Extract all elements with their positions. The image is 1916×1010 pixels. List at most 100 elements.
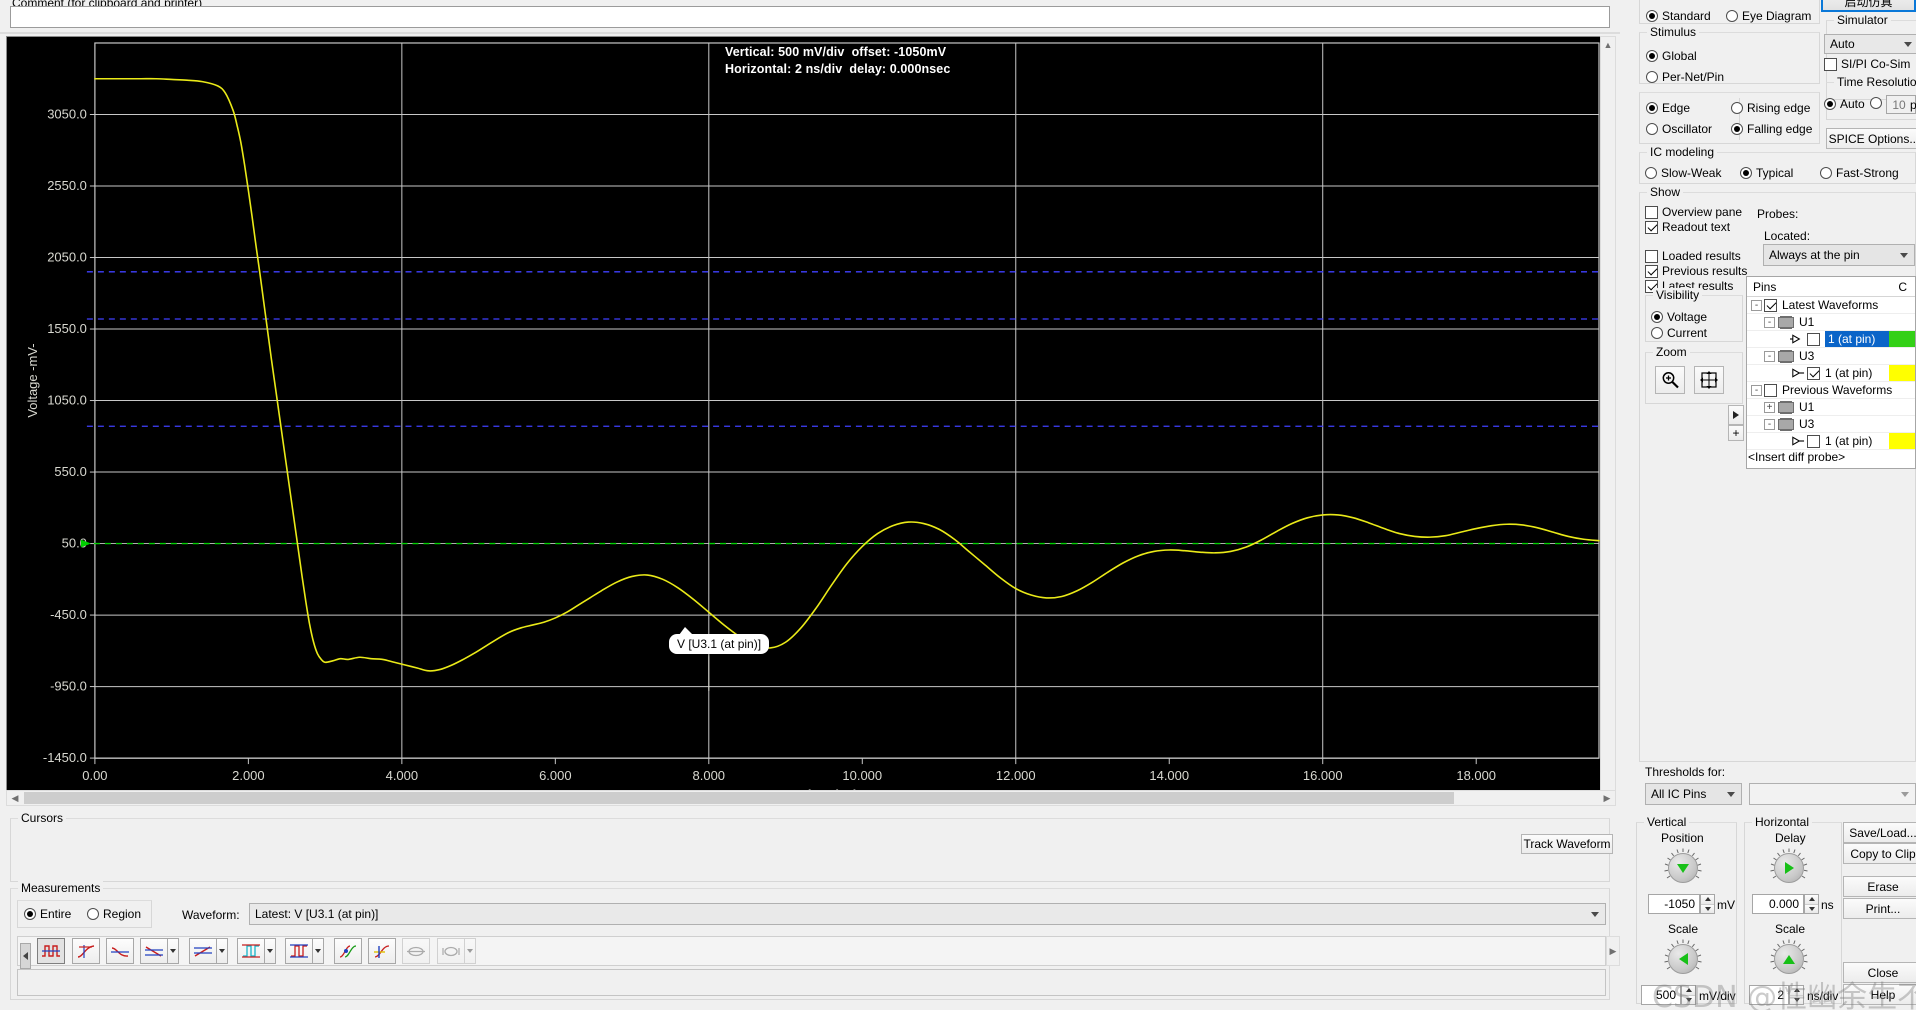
waveform-select[interactable]: Latest: V [U3.1 (at pin)] bbox=[249, 903, 1606, 925]
vertical-scale-knob[interactable] bbox=[1662, 938, 1704, 980]
vertical-position-input[interactable]: -1050 bbox=[1648, 894, 1700, 914]
stimulus-pernet-radio[interactable]: Per-Net/Pin bbox=[1646, 70, 1724, 84]
measure-delay-icon[interactable] bbox=[333, 938, 362, 964]
horizontal-delay-knob[interactable] bbox=[1768, 847, 1810, 889]
pins-tree-row[interactable]: 1 (at pin) bbox=[1747, 365, 1915, 382]
spinner-down[interactable] bbox=[1805, 904, 1818, 913]
time-resolution-manual-radio[interactable] bbox=[1870, 97, 1882, 109]
insert-diff-probe-item[interactable]: <Insert diff probe> bbox=[1748, 450, 1845, 464]
measure-eye-width-icon[interactable] bbox=[436, 938, 465, 964]
tree-expander-icon[interactable]: - bbox=[1764, 316, 1775, 328]
measure-slope-up-group[interactable] bbox=[188, 938, 231, 964]
spinner-down[interactable] bbox=[1701, 904, 1714, 913]
zoom-fit-button[interactable] bbox=[1694, 366, 1724, 394]
spice-options-button[interactable]: SPICE Options... bbox=[1826, 128, 1916, 149]
scroll-left-icon[interactable]: ◀ bbox=[7, 791, 23, 805]
spinner-up[interactable] bbox=[1790, 986, 1803, 996]
spinner-down[interactable] bbox=[1790, 995, 1803, 1004]
tree-checkbox[interactable] bbox=[1807, 366, 1820, 380]
scroll-right-icon[interactable]: ▶ bbox=[1599, 791, 1615, 805]
scope-vscrollbar[interactable]: ▲ ▼ bbox=[1600, 36, 1616, 806]
measure-overshoot-group[interactable] bbox=[237, 938, 279, 964]
visibility-current-radio[interactable]: Current bbox=[1651, 326, 1707, 340]
measure-overshoot-icon[interactable] bbox=[237, 938, 266, 964]
measure-settle-dropdown[interactable] bbox=[313, 938, 325, 964]
pins-tree-row[interactable]: - U3 bbox=[1747, 348, 1915, 365]
pins-tree[interactable]: Pins C - Latest Waveforms - U1 1 (at pin) - U3… bbox=[1746, 276, 1916, 469]
spinner-down[interactable] bbox=[1682, 995, 1695, 1004]
knob-dial[interactable] bbox=[1668, 944, 1698, 974]
toolbar-scroll-left-icon[interactable] bbox=[20, 942, 31, 969]
horizontal-delay-spinner[interactable] bbox=[1804, 894, 1819, 914]
measure-pulse-icon[interactable] bbox=[37, 938, 66, 964]
tree-checkbox[interactable] bbox=[1807, 332, 1820, 346]
operation-eye-diagram-radio[interactable]: Eye Diagram bbox=[1726, 9, 1811, 23]
knob-dial[interactable] bbox=[1668, 853, 1698, 883]
pins-tree-row[interactable]: 1 (at pin) bbox=[1747, 433, 1915, 450]
measurement-toolbar[interactable] bbox=[17, 936, 1606, 969]
tree-expander-icon[interactable]: - bbox=[1751, 384, 1762, 396]
vertical-scale-spinner[interactable] bbox=[1681, 985, 1696, 1005]
measure-settle-icon[interactable] bbox=[285, 938, 314, 964]
measure-crosshair-icon[interactable] bbox=[368, 938, 397, 964]
show-readout-text-checkbox[interactable]: Readout text bbox=[1645, 220, 1730, 234]
tree-expander-icon[interactable]: - bbox=[1764, 350, 1775, 362]
measure-eye-width-group[interactable] bbox=[436, 938, 479, 964]
probes-located-select[interactable]: Always at the pin bbox=[1763, 244, 1915, 266]
measure-overshoot-dropdown[interactable] bbox=[265, 938, 277, 964]
thresholds-secondary-select[interactable] bbox=[1749, 783, 1916, 805]
measure-settle-group[interactable] bbox=[285, 938, 327, 964]
measure-slope-down-icon[interactable] bbox=[140, 938, 169, 964]
tree-expander-icon[interactable]: + bbox=[1764, 401, 1775, 413]
save-load-button[interactable]: Save/Load... bbox=[1843, 822, 1916, 843]
operation-standard-radio[interactable]: Standard bbox=[1646, 9, 1711, 23]
measure-eye-width-dropdown[interactable] bbox=[464, 938, 476, 964]
tree-checkbox[interactable] bbox=[1764, 298, 1777, 312]
visibility-voltage-radio[interactable]: Voltage bbox=[1651, 310, 1707, 324]
probe-panel-expand-button[interactable] bbox=[1728, 405, 1744, 425]
pins-tree-rows[interactable]: - Latest Waveforms - U1 1 (at pin) - U3 1 (at p… bbox=[1747, 297, 1915, 450]
stimulus-rising-edge-radio[interactable]: Rising edge bbox=[1731, 101, 1810, 115]
spinner-up[interactable] bbox=[1701, 895, 1714, 905]
scope-hscrollbar[interactable]: ◀ ▶ bbox=[6, 790, 1616, 806]
horizontal-scale-input[interactable]: 2 bbox=[1749, 985, 1789, 1005]
measurement-region-radio[interactable]: Region bbox=[87, 907, 141, 921]
measurement-entire-radio[interactable]: Entire bbox=[24, 907, 71, 921]
print-button[interactable]: Print... bbox=[1843, 898, 1916, 919]
measure-eye-height-icon[interactable] bbox=[402, 938, 431, 964]
vertical-scale-input[interactable]: 500 bbox=[1641, 985, 1681, 1005]
pins-tree-row[interactable]: - U1 bbox=[1747, 314, 1915, 331]
horizontal-scale-spinner[interactable] bbox=[1789, 985, 1804, 1005]
time-resolution-auto-radio[interactable]: Auto bbox=[1824, 97, 1865, 111]
erase-button[interactable]: Erase bbox=[1843, 876, 1916, 897]
horizontal-delay-input[interactable]: 0.000 bbox=[1752, 894, 1804, 914]
measure-slope-down-group[interactable] bbox=[140, 938, 182, 964]
measure-slope-up-icon[interactable] bbox=[188, 938, 217, 964]
show-loaded-results-checkbox[interactable]: Loaded results bbox=[1645, 249, 1741, 263]
zoom-in-button[interactable] bbox=[1655, 366, 1685, 394]
pins-tree-row[interactable]: - Previous Waveforms bbox=[1747, 382, 1915, 399]
start-simulation-button[interactable]: 启动仿真 bbox=[1821, 0, 1916, 12]
stimulus-edge-radio[interactable]: Edge bbox=[1646, 101, 1690, 115]
ic-modeling-slow-weak-radio[interactable]: Slow-Weak bbox=[1645, 166, 1721, 180]
stimulus-global-radio[interactable]: Global bbox=[1646, 49, 1697, 63]
show-overview-pane-checkbox[interactable]: Overview pane bbox=[1645, 205, 1742, 219]
pins-tree-row[interactable]: - Latest Waveforms bbox=[1747, 297, 1915, 314]
pins-tree-row[interactable]: - U3 bbox=[1747, 416, 1915, 433]
vertical-position-spinner[interactable] bbox=[1700, 894, 1715, 914]
measure-falltime-icon[interactable] bbox=[106, 938, 135, 964]
pins-tree-row[interactable]: + U1 bbox=[1747, 399, 1915, 416]
knob-dial[interactable] bbox=[1774, 853, 1804, 883]
toolbar-scroll-right-icon[interactable]: ▶ bbox=[1607, 937, 1619, 965]
knob-dial[interactable] bbox=[1774, 944, 1804, 974]
ic-modeling-fast-strong-radio[interactable]: Fast-Strong bbox=[1820, 166, 1899, 180]
show-previous-results-checkbox[interactable]: Previous results bbox=[1645, 264, 1747, 278]
pins-tree-row[interactable]: 1 (at pin) bbox=[1747, 331, 1915, 348]
measure-slope-up-dropdown[interactable] bbox=[216, 938, 228, 964]
copy-to-clip-button[interactable]: Copy to Clip bbox=[1843, 843, 1916, 864]
simulator-select[interactable]: Auto bbox=[1824, 34, 1916, 54]
tree-checkbox[interactable] bbox=[1764, 383, 1777, 397]
sipi-cosim-checkbox[interactable]: SI/PI Co-Sim bbox=[1824, 57, 1910, 71]
scroll-thumb-horizontal[interactable] bbox=[24, 792, 1454, 804]
stimulus-oscillator-radio[interactable]: Oscillator bbox=[1646, 122, 1712, 136]
